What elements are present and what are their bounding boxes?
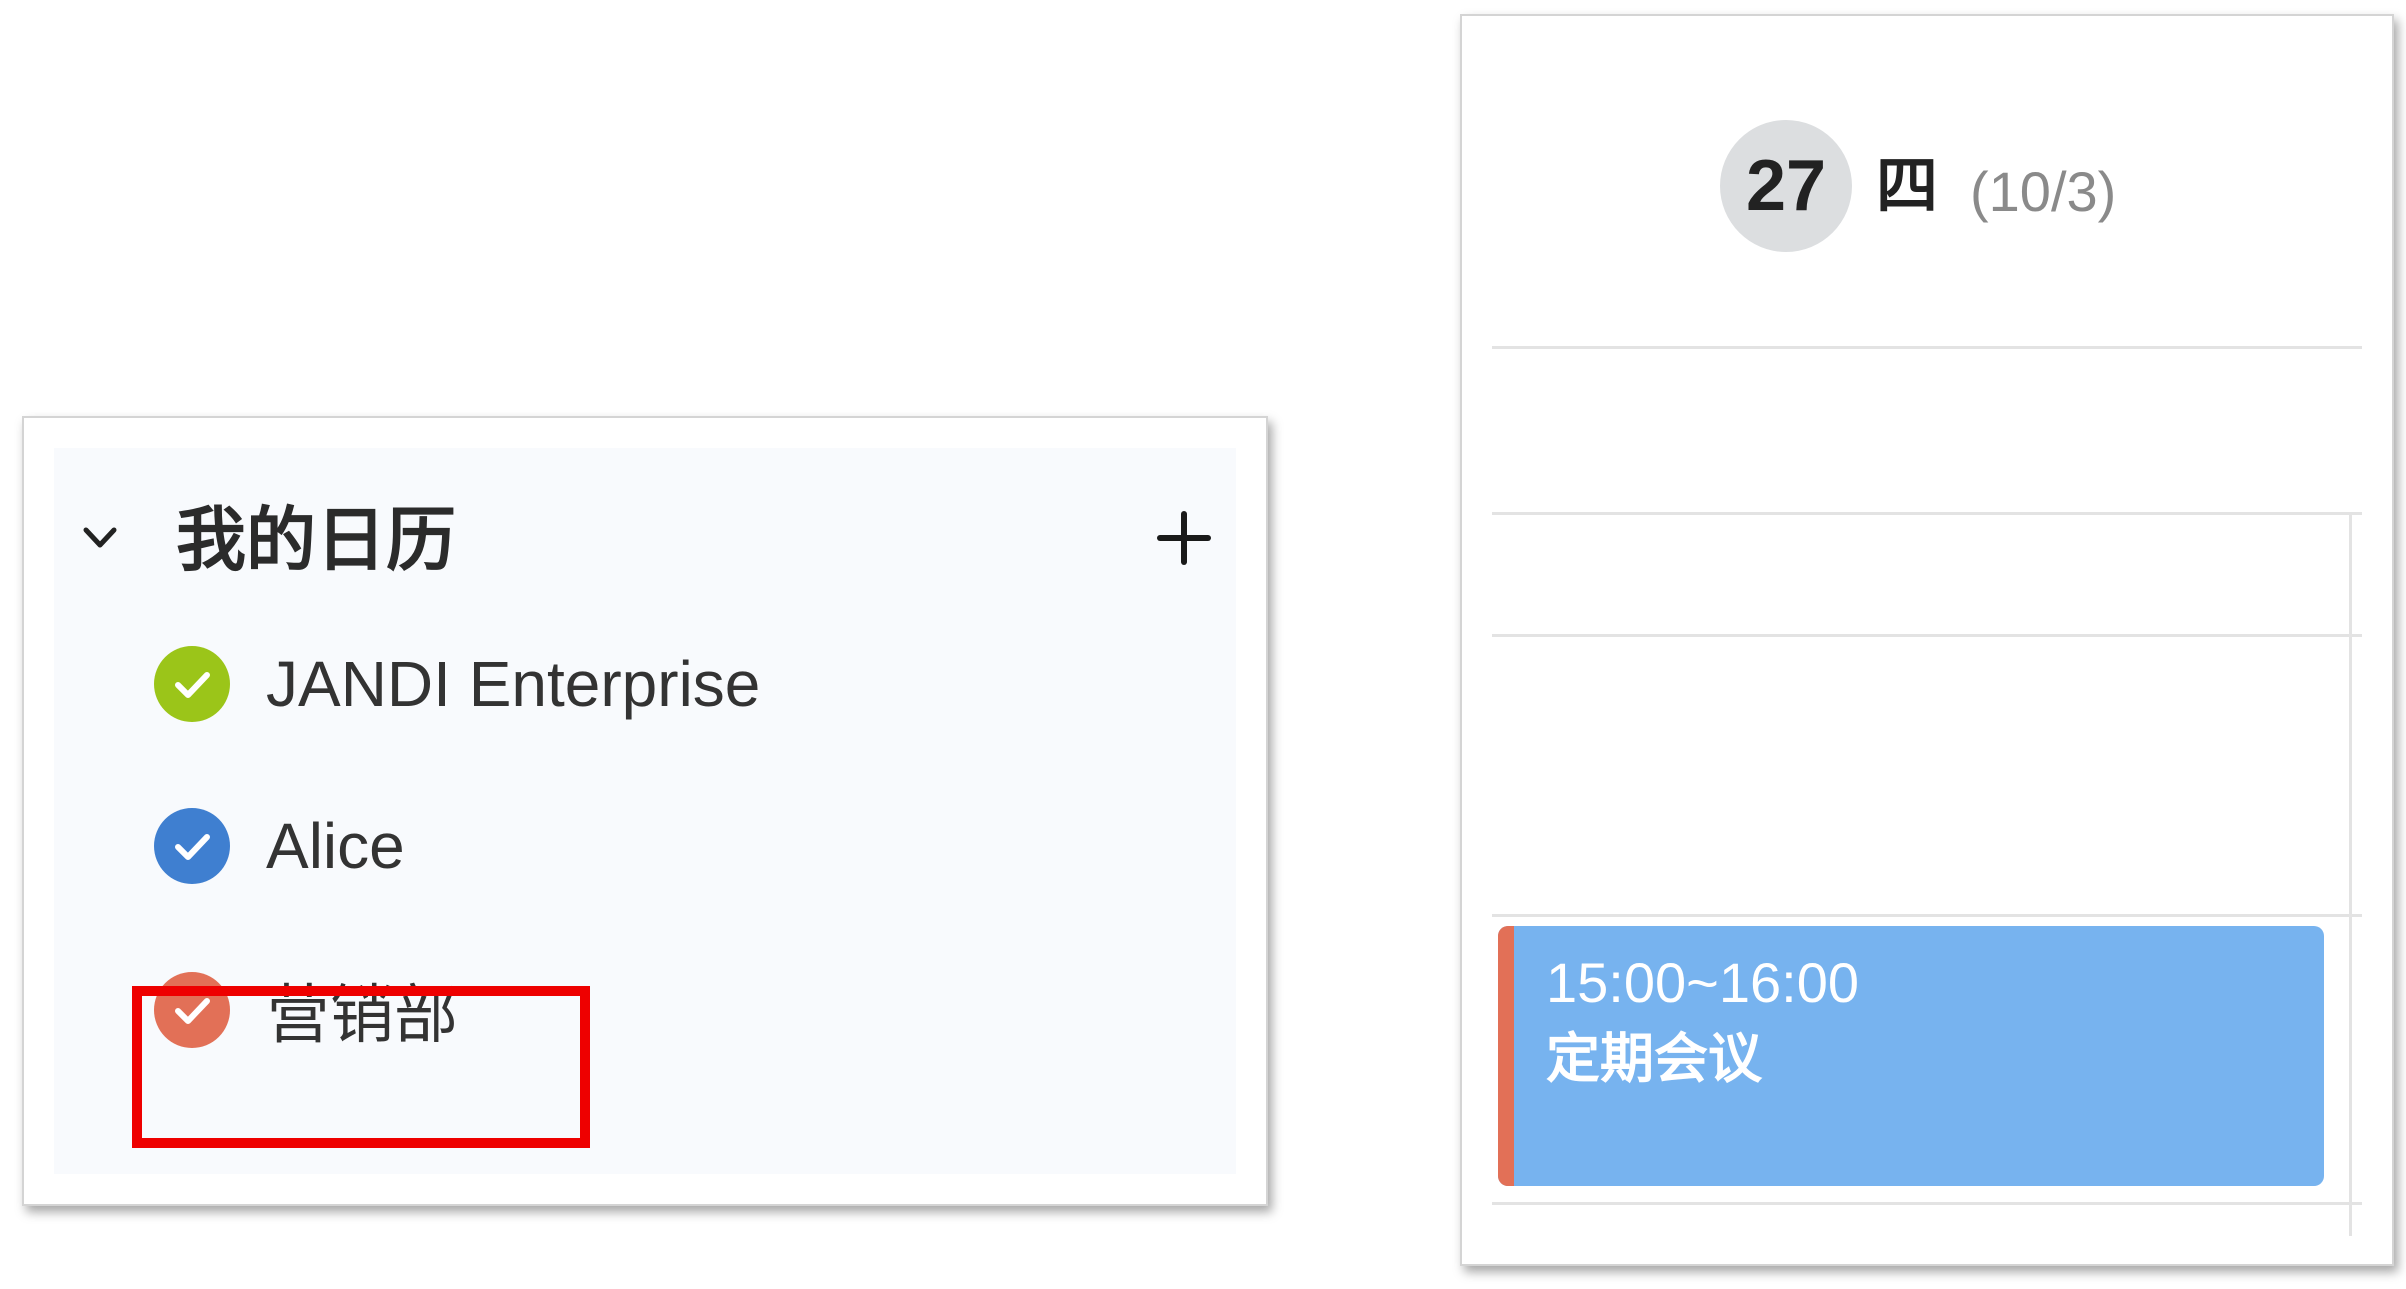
check-circle-icon[interactable] xyxy=(154,808,230,884)
grid-divider xyxy=(1492,346,2362,349)
date-number-badge[interactable]: 27 xyxy=(1720,120,1852,252)
my-calendars-title: 我的日历 xyxy=(176,499,456,581)
event-calendar-color-bar xyxy=(1498,926,1514,1186)
grid-divider xyxy=(1492,1202,2362,1205)
calendar-item-label: Alice xyxy=(266,810,405,882)
lunar-date-label: (10/3) xyxy=(1970,160,2117,223)
event-title: 定期会议 xyxy=(1546,1027,1762,1090)
my-calendars-header: 我的日历 xyxy=(54,488,1236,588)
day-view-panel: 27 四 (10/3) 15:00~16:00 定期会议 xyxy=(1460,14,2394,1266)
add-calendar-button[interactable] xyxy=(1152,506,1216,570)
grid-vertical-divider xyxy=(2349,512,2352,1236)
grid-divider xyxy=(1492,634,2362,637)
calendar-item-label: JANDI Enterprise xyxy=(266,648,761,720)
calendar-item-alice[interactable]: Alice xyxy=(154,796,405,896)
calendar-item-jandi-enterprise[interactable]: JANDI Enterprise xyxy=(154,634,760,734)
highlight-box xyxy=(132,986,590,1148)
calendar-event[interactable]: 15:00~16:00 定期会议 xyxy=(1498,926,2324,1186)
check-circle-icon[interactable] xyxy=(154,646,230,722)
chevron-down-icon[interactable] xyxy=(80,518,120,558)
my-calendars-panel: 我的日历 JANDI Enterprise Alice 营销部 xyxy=(22,416,1268,1206)
event-time: 15:00~16:00 xyxy=(1546,951,1859,1014)
grid-divider xyxy=(1492,914,2362,917)
weekday-label: 四 xyxy=(1876,149,1939,222)
my-calendars-section: 我的日历 JANDI Enterprise Alice 营销部 xyxy=(54,448,1236,1174)
grid-divider xyxy=(1492,512,2362,515)
